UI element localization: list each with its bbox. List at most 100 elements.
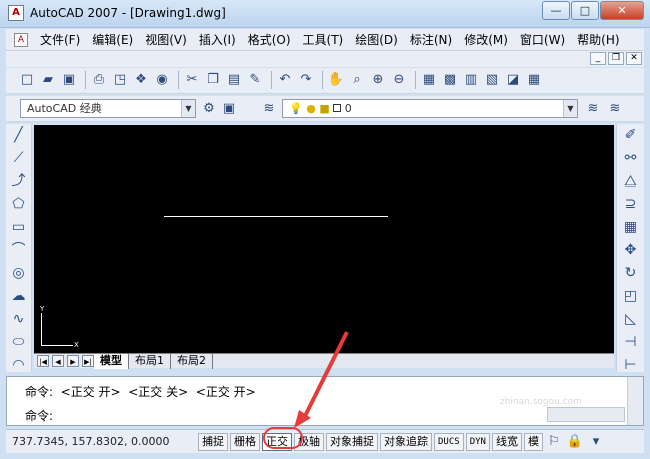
- menu-insert[interactable]: 插入(I): [193, 31, 242, 48]
- menu-dimension[interactable]: 标注(N): [404, 31, 458, 48]
- properties-icon[interactable]: ▦: [420, 71, 438, 89]
- sheet-set-icon[interactable]: ▧: [483, 71, 501, 89]
- doc-minimize-button[interactable]: _: [590, 52, 606, 65]
- offset-icon[interactable]: ⊇: [620, 193, 642, 215]
- menu-file[interactable]: 文件(F): [34, 31, 86, 48]
- circle-icon[interactable]: ◎: [8, 262, 30, 284]
- next-tab-button[interactable]: ▶: [67, 355, 79, 367]
- lineweight-button[interactable]: 线宽: [491, 432, 522, 451]
- zoom-previous-icon[interactable]: ⊖: [390, 71, 408, 89]
- last-tab-button[interactable]: ▶|: [82, 355, 94, 367]
- document-controls: _ ❐ ✕: [6, 51, 644, 67]
- copy-object-icon[interactable]: ⚯: [620, 147, 642, 169]
- command-scrollbar[interactable]: [627, 377, 643, 425]
- trim-icon[interactable]: ⊣: [620, 331, 642, 353]
- command-hscrollbar[interactable]: [547, 407, 625, 422]
- layer-select[interactable]: 💡 ● ■ 0 ▼: [282, 99, 578, 118]
- command-prompt[interactable]: 命令:: [25, 407, 53, 424]
- menu-bar: A 文件(F) 编辑(E) 视图(V) 插入(I) 格式(O) 工具(T) 绘图…: [6, 29, 644, 51]
- markup-icon[interactable]: ◪: [504, 71, 522, 89]
- revision-cloud-icon[interactable]: ☁: [8, 285, 30, 307]
- rectangle-icon[interactable]: ▭: [8, 216, 30, 238]
- model-button[interactable]: 模: [523, 432, 543, 451]
- ducs-button[interactable]: DUCS: [434, 432, 464, 451]
- menu-draw[interactable]: 绘图(D): [349, 31, 404, 48]
- match-properties-icon[interactable]: ✎: [246, 71, 264, 89]
- layer-manager-icon[interactable]: ≋: [260, 100, 278, 118]
- menu-window[interactable]: 窗口(W): [514, 31, 571, 48]
- workspace-settings-icon[interactable]: ⚙: [200, 100, 218, 118]
- move-icon[interactable]: ✥: [620, 239, 642, 261]
- first-tab-button[interactable]: |◀: [37, 355, 49, 367]
- save-icon[interactable]: ▣: [60, 71, 78, 89]
- chevron-down-icon[interactable]: ▼: [563, 100, 577, 117]
- tool-palettes-icon[interactable]: ▥: [462, 71, 480, 89]
- menu-view[interactable]: 视图(V): [139, 31, 193, 48]
- ucs-y-axis: [41, 313, 42, 346]
- design-center-icon[interactable]: ▩: [441, 71, 459, 89]
- doc-close-button[interactable]: ✕: [626, 52, 642, 65]
- calculator-icon[interactable]: ▦: [525, 71, 543, 89]
- menu-help[interactable]: 帮助(H): [571, 31, 625, 48]
- arc-icon[interactable]: ⌒: [8, 239, 30, 261]
- rotate-icon[interactable]: ↻: [620, 262, 642, 284]
- coordinates-display[interactable]: 737.7345, 157.8302, 0.0000: [6, 435, 198, 448]
- otrack-button[interactable]: 对象追踪: [380, 432, 432, 451]
- prev-tab-button[interactable]: ◀: [52, 355, 64, 367]
- undo-icon[interactable]: ↶: [276, 71, 294, 89]
- publish-icon[interactable]: ❖: [132, 71, 150, 89]
- erase-icon[interactable]: ✐: [620, 124, 642, 146]
- polygon-icon[interactable]: ⬠: [8, 193, 30, 215]
- drawing-canvas[interactable]: Y X: [34, 125, 614, 353]
- redo-icon[interactable]: ↷: [297, 71, 315, 89]
- line-icon[interactable]: ╱: [8, 124, 30, 146]
- pan-icon[interactable]: ✋: [327, 71, 345, 89]
- polyline-icon[interactable]: ⤴: [8, 170, 30, 192]
- doc-restore-button[interactable]: ❐: [608, 52, 624, 65]
- workspace-save-icon[interactable]: ▣: [220, 100, 238, 118]
- close-button[interactable]: ✕: [600, 1, 644, 20]
- zoom-realtime-icon[interactable]: ⌕: [348, 71, 366, 89]
- autocad-app-icon[interactable]: A: [8, 5, 24, 21]
- ellipse-arc-icon[interactable]: ◠: [8, 354, 30, 376]
- drawn-line[interactable]: [164, 216, 388, 217]
- layer-previous-icon[interactable]: ≋: [606, 100, 624, 118]
- document-icon[interactable]: A: [14, 32, 28, 47]
- menu-tools[interactable]: 工具(T): [297, 31, 350, 48]
- 3d-dwf-icon[interactable]: ◉: [153, 71, 171, 89]
- spline-icon[interactable]: ∿: [8, 308, 30, 330]
- plot-preview-icon[interactable]: ◳: [111, 71, 129, 89]
- menu-edit[interactable]: 编辑(E): [86, 31, 139, 48]
- osnap-button[interactable]: 对象捕捉: [326, 432, 378, 451]
- tab-layout2[interactable]: 布局2: [171, 353, 213, 369]
- extend-icon[interactable]: ⊢: [620, 354, 642, 376]
- communication-center-icon[interactable]: ⚐: [545, 433, 563, 451]
- copy-icon[interactable]: ❐: [204, 71, 222, 89]
- construction-line-icon[interactable]: ⟋: [8, 147, 30, 169]
- dyn-button[interactable]: DYN: [465, 432, 490, 451]
- open-icon[interactable]: ▰: [39, 71, 57, 89]
- scale-icon[interactable]: ◰: [620, 285, 642, 307]
- stretch-icon[interactable]: ◺: [620, 308, 642, 330]
- status-menu-icon[interactable]: ▾: [587, 433, 605, 451]
- paste-icon[interactable]: ▤: [225, 71, 243, 89]
- menu-modify[interactable]: 修改(M): [458, 31, 514, 48]
- cut-icon[interactable]: ✂: [183, 71, 201, 89]
- workspace-select[interactable]: AutoCAD 经典 ▼: [20, 99, 196, 118]
- plot-icon[interactable]: ⎙: [90, 71, 108, 89]
- mirror-icon[interactable]: ⧋: [620, 170, 642, 192]
- tab-layout1[interactable]: 布局1: [129, 353, 171, 369]
- chevron-down-icon[interactable]: ▼: [181, 100, 195, 117]
- grid-button[interactable]: 栅格: [230, 432, 260, 451]
- lock-icon[interactable]: 🔒: [566, 433, 584, 451]
- maximize-button[interactable]: □: [571, 1, 599, 20]
- snap-button[interactable]: 捕捉: [198, 432, 228, 451]
- minimize-button[interactable]: —: [542, 1, 570, 20]
- make-object-layer-current-icon[interactable]: ≋: [584, 100, 602, 118]
- zoom-window-icon[interactable]: ⊕: [369, 71, 387, 89]
- new-icon[interactable]: □: [18, 71, 36, 89]
- tab-model[interactable]: 模型: [94, 353, 129, 369]
- menu-format[interactable]: 格式(O): [242, 31, 297, 48]
- ellipse-icon[interactable]: ⬭: [8, 331, 30, 353]
- array-icon[interactable]: ▦: [620, 216, 642, 238]
